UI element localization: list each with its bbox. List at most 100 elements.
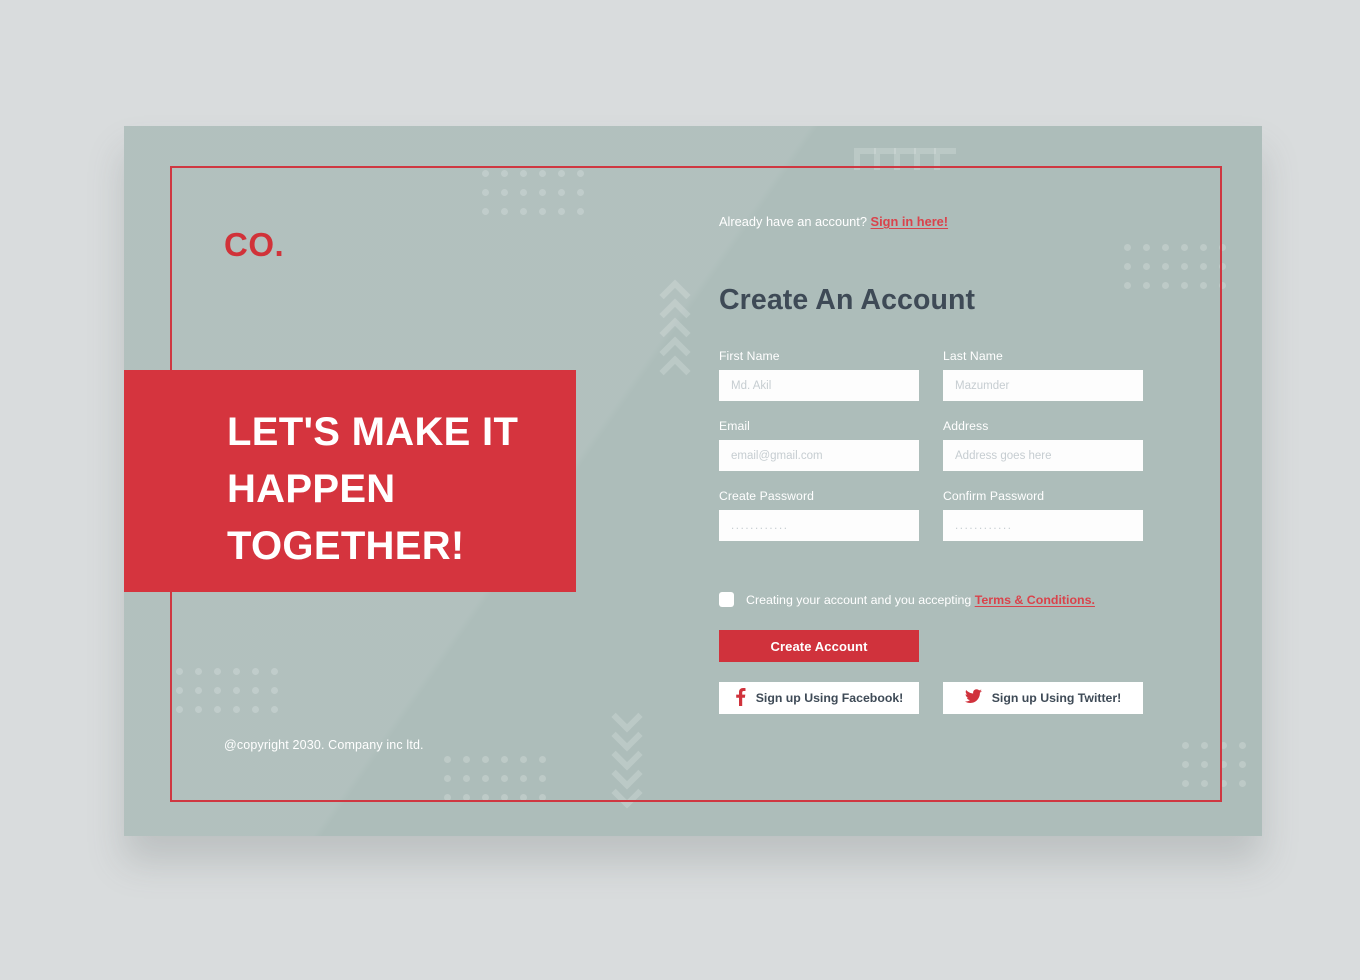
dot <box>176 668 183 675</box>
dot <box>501 775 508 782</box>
label-address: Address <box>943 419 989 433</box>
dot <box>195 687 202 694</box>
chevron <box>611 777 643 809</box>
terms-label: Creating your account and you accepting … <box>746 593 1095 607</box>
chevron <box>611 720 643 752</box>
dot <box>1201 780 1208 787</box>
dot <box>577 208 584 215</box>
dot <box>501 170 508 177</box>
dot <box>1220 761 1227 768</box>
chevron <box>611 701 643 733</box>
copyright-text: @copyright 2030. Company inc ltd. <box>224 738 424 752</box>
dot <box>1239 742 1246 749</box>
dot <box>444 794 451 801</box>
dot <box>1219 282 1226 289</box>
dot <box>252 706 259 713</box>
dot <box>1200 263 1207 270</box>
label-email: Email <box>719 419 750 433</box>
field-address: Address <box>943 419 1143 471</box>
dot <box>444 775 451 782</box>
dot <box>233 706 240 713</box>
dot <box>233 687 240 694</box>
twitter-signup-label: Sign up Using Twitter! <box>991 691 1122 705</box>
dot <box>1201 761 1208 768</box>
dot <box>501 756 508 763</box>
dot <box>577 170 584 177</box>
dot <box>558 189 565 196</box>
dot <box>539 208 546 215</box>
social-signup-row: Sign up Using Facebook! Sign up Using Tw… <box>719 682 1143 714</box>
input-first-name[interactable] <box>719 370 919 401</box>
chevron <box>611 739 643 771</box>
dot <box>558 208 565 215</box>
dot <box>482 756 489 763</box>
dot <box>463 794 470 801</box>
twitter-signup-button[interactable]: Sign up Using Twitter! <box>943 682 1143 714</box>
dot <box>501 208 508 215</box>
dot <box>539 189 546 196</box>
dot <box>1219 263 1226 270</box>
dot <box>252 668 259 675</box>
hero-banner: LET'S MAKE IT HAPPEN TOGETHER! <box>124 370 576 592</box>
signup-form: Already have an account? Sign in here! C… <box>719 126 1189 836</box>
dot <box>482 189 489 196</box>
input-last-name[interactable] <box>943 370 1143 401</box>
label-last-name: Last Name <box>943 349 1003 363</box>
dot <box>1219 244 1226 251</box>
dot <box>233 668 240 675</box>
dot <box>271 706 278 713</box>
terms-text-static: Creating your account and you accepting <box>746 592 972 607</box>
create-account-button[interactable]: Create Account <box>719 630 919 662</box>
facebook-signup-label: Sign up Using Facebook! <box>755 691 904 705</box>
input-confirm-password[interactable] <box>943 510 1143 541</box>
dot <box>501 794 508 801</box>
dot <box>520 775 527 782</box>
terms-checkbox[interactable] <box>719 592 734 607</box>
dot <box>195 706 202 713</box>
page-title: Create An Account <box>719 284 976 316</box>
dot <box>463 756 470 763</box>
dot <box>482 170 489 177</box>
field-row: First Name Last Name <box>719 349 1144 401</box>
dot <box>1200 282 1207 289</box>
hero-headline: LET'S MAKE IT HAPPEN TOGETHER! <box>227 410 519 568</box>
dot <box>539 756 546 763</box>
brand-logo[interactable]: CO. <box>224 226 284 264</box>
label-first-name: First Name <box>719 349 780 363</box>
chevron <box>659 298 691 330</box>
dot <box>1220 780 1227 787</box>
dot <box>271 687 278 694</box>
facebook-icon <box>735 687 746 709</box>
twitter-icon <box>964 689 982 707</box>
dot <box>214 687 221 694</box>
input-address[interactable] <box>943 440 1143 471</box>
dot <box>501 189 508 196</box>
chevron <box>659 279 691 311</box>
input-email[interactable] <box>719 440 919 471</box>
input-create-password[interactable] <box>719 510 919 541</box>
signup-card: CO. LET'S MAKE IT HAPPEN TOGETHER! @copy… <box>124 126 1262 836</box>
dot <box>539 170 546 177</box>
terms-conditions-link[interactable]: Terms & Conditions. <box>975 593 1095 607</box>
dot <box>558 170 565 177</box>
sign-in-link[interactable]: Sign in here! <box>871 214 949 229</box>
label-create-password: Create Password <box>719 489 814 503</box>
form-fields: First Name Last Name Email Address Create Pa… <box>719 349 1144 559</box>
terms-row: Creating your account and you accepting … <box>719 592 1095 607</box>
facebook-signup-button[interactable]: Sign up Using Facebook! <box>719 682 919 714</box>
dot <box>482 794 489 801</box>
field-confirm-password: Confirm Password <box>943 489 1143 541</box>
dot <box>520 756 527 763</box>
dot <box>520 794 527 801</box>
signin-prompt-label: Already have an account? <box>719 214 867 229</box>
dot <box>1200 244 1207 251</box>
dot <box>195 668 202 675</box>
dot <box>214 706 221 713</box>
dot <box>176 706 183 713</box>
dot <box>482 208 489 215</box>
field-row: Email Address <box>719 419 1144 471</box>
dot <box>520 170 527 177</box>
dot <box>520 189 527 196</box>
dot <box>539 775 546 782</box>
signin-prompt: Already have an account? Sign in here! <box>719 214 948 229</box>
